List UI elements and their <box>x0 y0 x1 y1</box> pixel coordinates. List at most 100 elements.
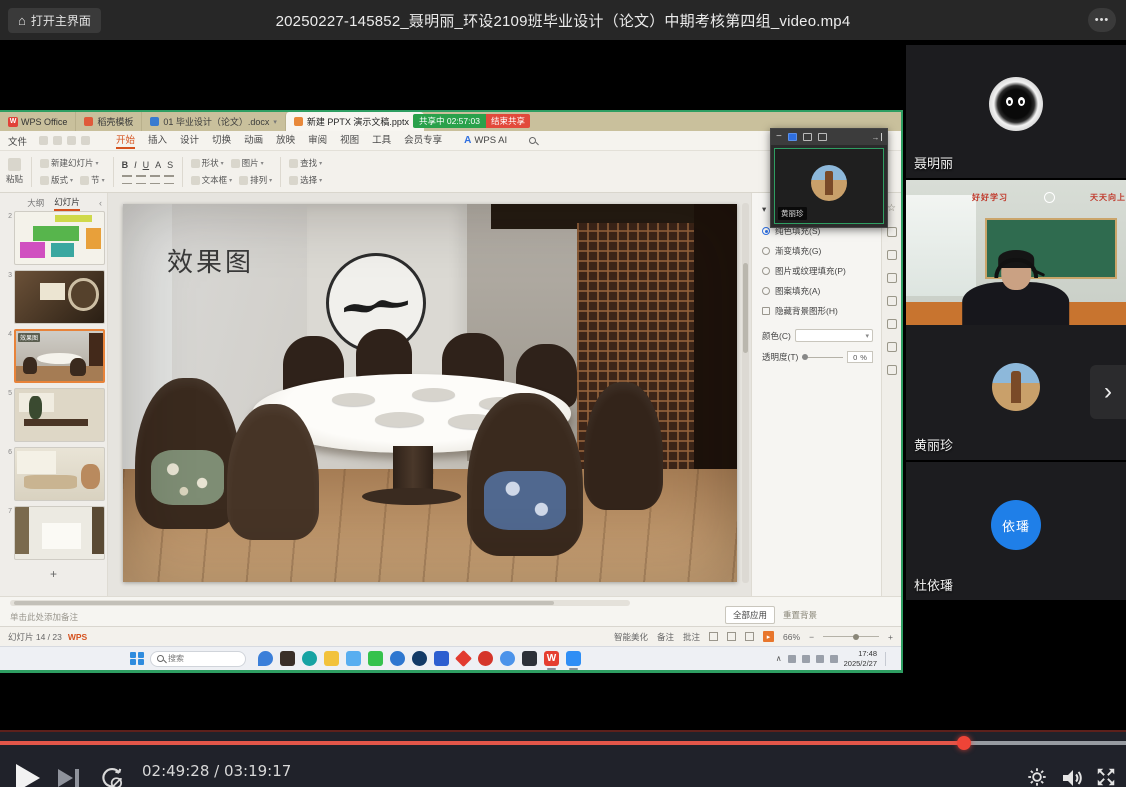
phone-app-icon[interactable] <box>302 651 317 666</box>
comments-pane-icon[interactable] <box>887 296 897 306</box>
font-color-button[interactable]: A <box>155 160 161 170</box>
beautify-button[interactable]: 智能美化 <box>614 631 648 643</box>
wechat-icon[interactable] <box>368 651 383 666</box>
taskbar-search[interactable]: 搜索 <box>150 651 246 667</box>
section-caret-icon[interactable]: ▾ <box>762 204 766 215</box>
next-video-button[interactable] <box>58 769 79 787</box>
align-right-button[interactable] <box>150 175 160 184</box>
transparency-spinner[interactable]: 0 % <box>847 351 873 363</box>
progress-bar[interactable] <box>0 741 1126 745</box>
dock-right-icon[interactable]: → <box>872 133 883 142</box>
shape-button[interactable]: 形状▾ <box>191 157 224 169</box>
zoom-slider[interactable] <box>823 636 879 637</box>
battery-tray-icon[interactable] <box>830 655 838 663</box>
calendar-app-icon[interactable] <box>346 651 361 666</box>
photos-app-icon[interactable] <box>280 651 295 666</box>
slideshow-play-icon[interactable]: ▸ <box>763 631 774 642</box>
menu-insert[interactable]: 插入 <box>148 132 167 149</box>
slide-thumbnail-room[interactable] <box>14 506 105 560</box>
browser-icon[interactable] <box>390 651 405 666</box>
tray-expand-icon[interactable]: ∧ <box>776 654 782 663</box>
new-slide-button[interactable]: 新建幻灯片▾ <box>40 157 105 169</box>
section-button[interactable]: 节▾ <box>80 174 105 186</box>
diamond-app-icon[interactable] <box>455 650 472 667</box>
menu-file[interactable]: 文件 <box>8 134 27 148</box>
slide-thumbnail-dining-selected[interactable]: 效果图 <box>14 329 105 383</box>
file-explorer-icon[interactable] <box>324 651 339 666</box>
tab-outline[interactable]: 大纲 <box>27 197 44 209</box>
fullscreen-button[interactable] <box>1095 766 1117 787</box>
volume-button[interactable] <box>1060 766 1084 787</box>
color-dropdown[interactable]: ▾ <box>795 329 873 342</box>
bold-button[interactable]: B <box>122 160 129 170</box>
find-button[interactable]: 查找▾ <box>289 157 322 169</box>
menu-transition[interactable]: 切换 <box>212 132 231 149</box>
dark-app-icon[interactable] <box>522 651 537 666</box>
notes-button[interactable]: 备注 <box>657 631 674 643</box>
open-main-screen-button[interactable]: ⌂ 打开主界面 <box>8 8 101 33</box>
cloud-drive-icon[interactable] <box>500 651 515 666</box>
option-picture-fill[interactable]: 图片或纹理填充(P) <box>762 265 873 277</box>
menu-design[interactable]: 设计 <box>180 132 199 149</box>
video-canvas[interactable]: W WPS Office 稻壳模板 01 毕业设计（论文）.docx ▾ 新建 … <box>0 40 1126 730</box>
office-app-icon[interactable] <box>434 651 449 666</box>
minimize-icon[interactable]: − <box>776 132 782 142</box>
slide-thumbnail-interior-bright[interactable] <box>14 447 105 501</box>
zoom-out-icon[interactable]: − <box>809 632 814 642</box>
meeting-floating-window[interactable]: − → 黄丽珍 <box>770 128 888 228</box>
speaker-view-icon[interactable] <box>803 133 812 141</box>
taskbar-clock[interactable]: 17:48 2025/2/27 <box>844 649 877 668</box>
wps-ai-menu[interactable]: A WPS AI <box>464 135 507 146</box>
menu-slideshow[interactable]: 放映 <box>276 132 295 149</box>
align-center-button[interactable] <box>136 175 146 184</box>
more-options-button[interactable]: ••• <box>1088 8 1116 32</box>
notification-center-icon[interactable] <box>885 652 895 666</box>
grid-view-icon[interactable] <box>788 133 797 141</box>
horizontal-scrollbar[interactable] <box>10 600 630 606</box>
transparency-slider[interactable] <box>802 357 843 358</box>
redo-icon[interactable] <box>81 136 90 145</box>
underline-button[interactable]: U <box>143 160 150 170</box>
reset-background-button[interactable]: 重置背景 <box>783 609 817 621</box>
paste-button[interactable]: 粘贴 <box>6 158 23 185</box>
loop-off-button[interactable] <box>98 764 124 787</box>
properties-icon[interactable] <box>887 227 897 237</box>
reading-view-icon[interactable] <box>745 632 754 641</box>
help-icon[interactable] <box>887 319 897 329</box>
tab-docer-template[interactable]: 稻壳模板 <box>75 112 141 131</box>
menu-review[interactable]: 审阅 <box>308 132 327 149</box>
participant-tile[interactable]: 依璠 杜依璠 <box>906 462 1126 600</box>
wps-app-tab[interactable]: W WPS Office <box>0 112 75 131</box>
option-pattern-fill[interactable]: 图案填充(A) <box>762 285 873 297</box>
print-icon[interactable] <box>53 136 62 145</box>
editor-vertical-scrollbar[interactable] <box>742 203 749 583</box>
participant-tile[interactable]: 聂明丽 <box>906 45 1126 178</box>
option-hide-background[interactable]: 隐藏背景图形(H) <box>762 305 873 317</box>
layout-button[interactable]: 版式▾ <box>40 174 73 186</box>
cloud-app-icon[interactable] <box>258 651 273 666</box>
align-justify-button[interactable] <box>164 175 174 184</box>
edge-icon[interactable] <box>412 651 427 666</box>
stop-sharing-button[interactable]: 结束共享 <box>486 114 530 128</box>
volume-tray-icon[interactable] <box>816 655 824 663</box>
play-button[interactable] <box>16 764 40 787</box>
tab-pptx-active[interactable]: 新建 PPTX 演示文稿.pptx ▾ <box>285 112 425 131</box>
italic-button[interactable]: I <box>134 160 137 170</box>
menu-tools[interactable]: 工具 <box>372 132 391 149</box>
meeting-app-icon[interactable] <box>566 651 581 666</box>
undo-icon[interactable] <box>67 136 76 145</box>
more-tools-icon[interactable] <box>887 365 897 375</box>
zoom-in-icon[interactable]: + <box>888 632 893 642</box>
menu-member[interactable]: 会员专享 <box>404 132 442 149</box>
settings-icon[interactable] <box>887 342 897 352</box>
menu-animation[interactable]: 动画 <box>244 132 263 149</box>
tim-app-icon[interactable] <box>478 651 493 666</box>
animation-pane-icon[interactable] <box>887 250 897 260</box>
gallery-view-icon[interactable] <box>818 133 827 141</box>
progress-handle[interactable] <box>957 736 971 750</box>
select-button[interactable]: 选择▾ <box>289 174 322 186</box>
selection-pane-icon[interactable] <box>887 273 897 283</box>
floating-video-tile[interactable]: 黄丽珍 <box>774 148 884 224</box>
arrange-button[interactable]: 排列▾ <box>239 174 272 186</box>
tab-thesis-docx[interactable]: 01 毕业设计（论文）.docx ▾ <box>141 112 285 131</box>
